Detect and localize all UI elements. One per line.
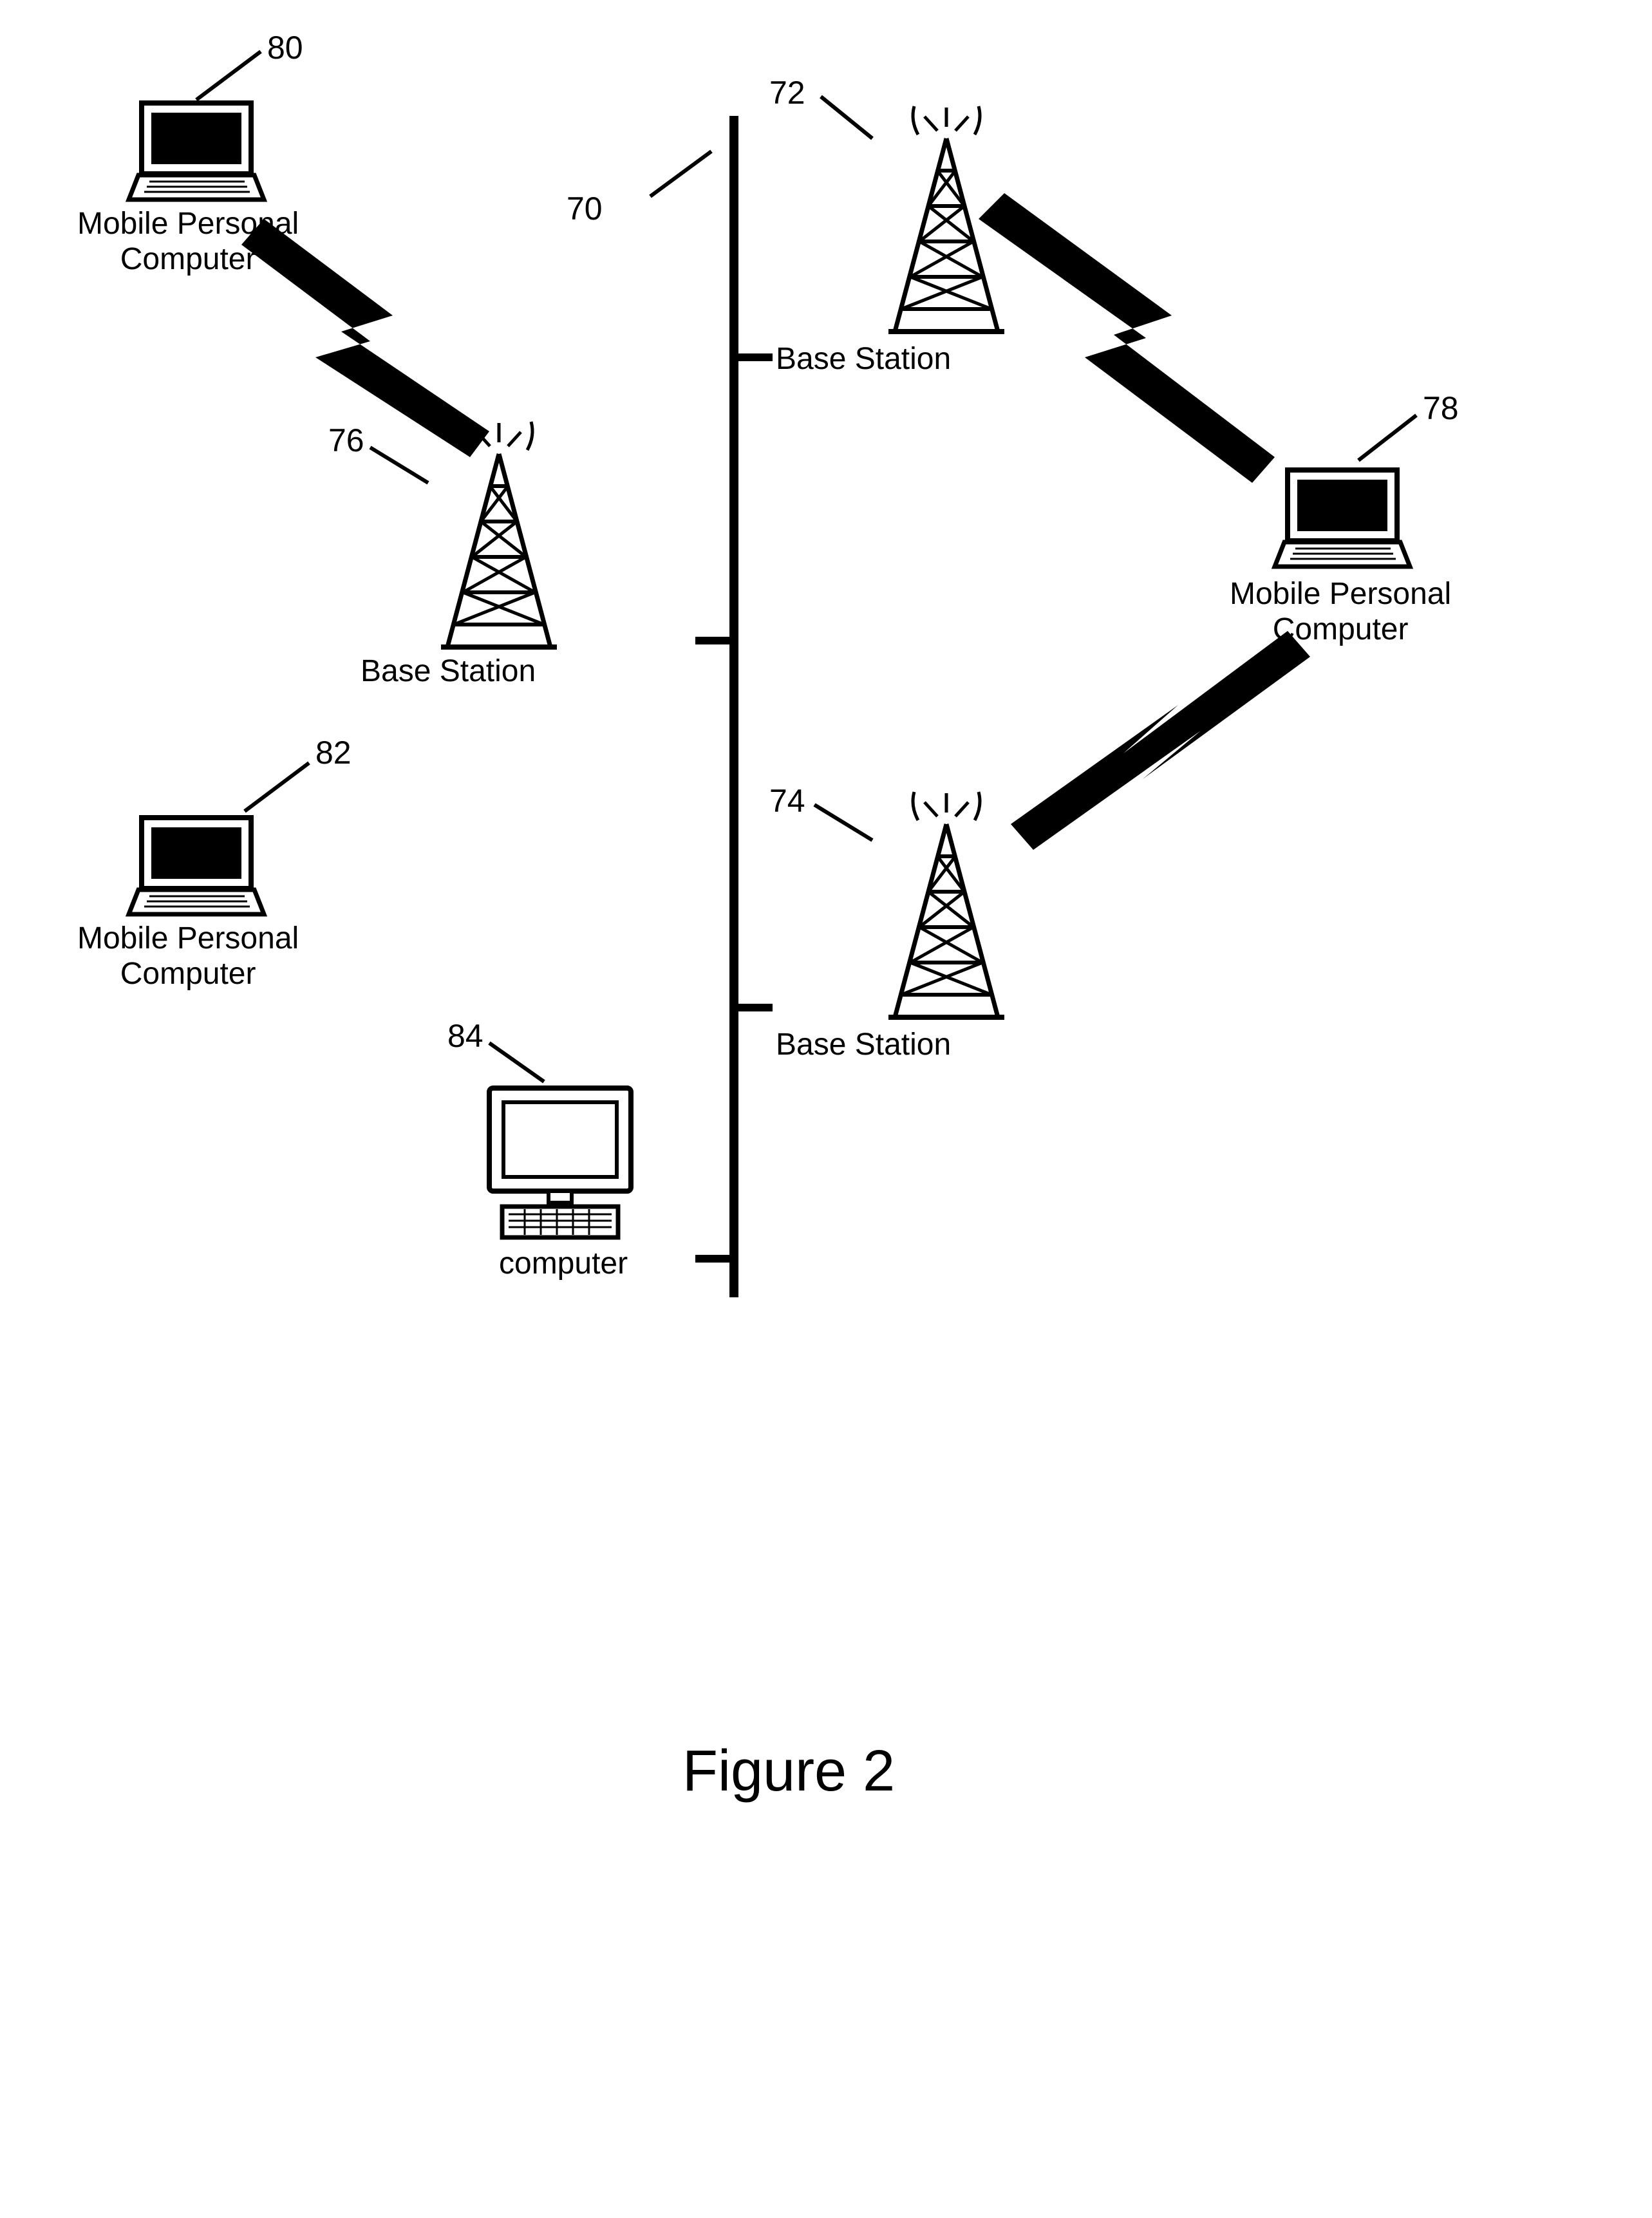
label-72: Base Station [776, 341, 951, 377]
leader-76 [370, 447, 428, 483]
ref-76: 76 [328, 422, 364, 459]
ref-84: 84 [447, 1017, 483, 1055]
figure-caption: Figure 2 [682, 1738, 895, 1805]
label-76: Base Station [361, 653, 536, 689]
ref-80: 80 [267, 29, 303, 66]
leader-78 [1358, 415, 1416, 460]
tower-icon-74 [888, 792, 1004, 1017]
label-84: computer [499, 1246, 628, 1281]
tower-icon-76 [441, 422, 557, 647]
leader-70 [650, 151, 711, 196]
laptop-icon-78 [1275, 470, 1410, 567]
label-80: Mobile Personal Computer [77, 206, 299, 277]
label-82: Mobile Personal Computer [77, 921, 299, 992]
ref-78: 78 [1423, 390, 1459, 427]
wireless-link-72-78 [979, 193, 1275, 483]
ref-70: 70 [567, 190, 603, 227]
wireless-link-74-78 [1011, 631, 1310, 850]
laptop-icon-82 [129, 818, 264, 914]
leader-72 [821, 97, 872, 138]
ref-82: 82 [315, 734, 352, 771]
label-74: Base Station [776, 1027, 951, 1062]
leader-82 [245, 763, 309, 811]
ref-74: 74 [769, 782, 805, 820]
desktop-icon-84 [489, 1088, 631, 1237]
network-bus [695, 116, 773, 1297]
diagram-page: 80 Mobile Personal Computer 70 72 Base S… [0, 0, 1652, 2218]
laptop-icon-80 [129, 103, 264, 200]
diagram-canvas [0, 0, 1652, 2218]
leader-74 [814, 805, 872, 840]
leader-84 [489, 1043, 544, 1082]
ref-72: 72 [769, 74, 805, 111]
label-78: Mobile Personal Computer [1230, 576, 1451, 647]
leader-80 [196, 52, 261, 100]
